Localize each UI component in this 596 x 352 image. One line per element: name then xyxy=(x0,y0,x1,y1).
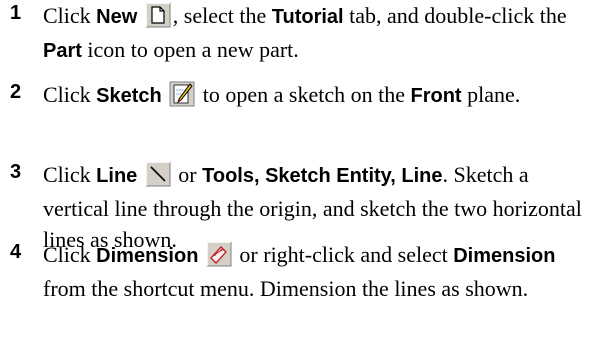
step-text: Click Sketch to open a sketch on the Fro… xyxy=(43,81,521,107)
ui-label-dimension-menu: Dimension xyxy=(453,245,556,267)
ui-label-tools-sketch-entity-line: Tools, Sketch Entity, Line xyxy=(202,165,443,187)
step-number: 4 xyxy=(10,241,22,263)
sketch-icon xyxy=(169,81,195,107)
ui-label-front: Front xyxy=(410,85,462,107)
ui-label-part: Part xyxy=(43,39,82,62)
ui-label-new: New xyxy=(96,6,138,28)
line-icon xyxy=(145,161,171,187)
ui-label-tutorial: Tutorial xyxy=(271,6,344,28)
ui-label-sketch: Sketch xyxy=(96,85,162,107)
step-number: 3 xyxy=(10,161,22,183)
step-number: 1 xyxy=(10,2,22,24)
ui-label-dimension: Dimension xyxy=(96,245,199,267)
step-text: Click Dimension or right-click and selec… xyxy=(43,241,556,301)
dimension-icon xyxy=(206,241,232,267)
ui-label-line: Line xyxy=(96,165,138,187)
new-document-icon xyxy=(145,2,171,28)
step-number: 2 xyxy=(10,81,22,103)
step-text: Click New , select the Tutorial tab, and… xyxy=(43,2,567,62)
